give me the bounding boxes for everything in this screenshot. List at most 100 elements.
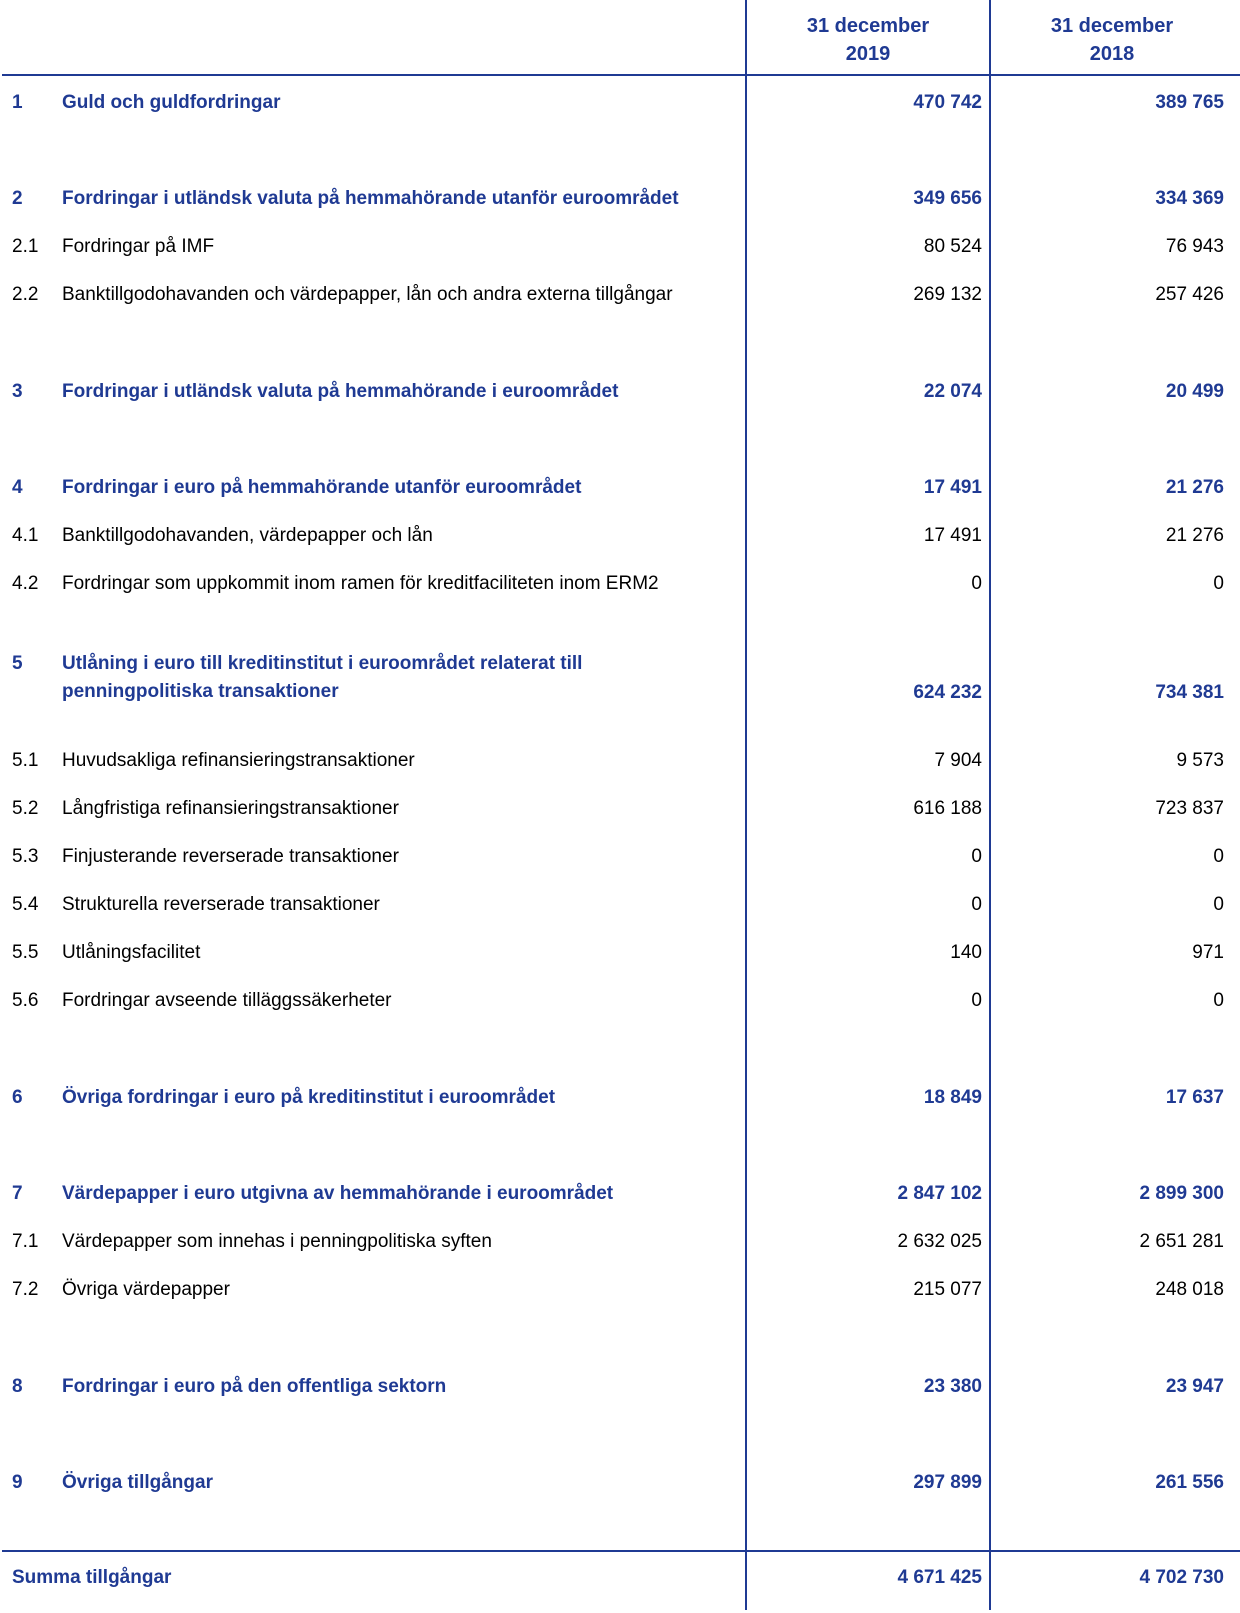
row-number: 5.5 — [12, 942, 39, 963]
row-label: Fordringar på IMF — [62, 236, 215, 257]
value-2018: 17 637 — [1165, 1087, 1224, 1108]
row-number: 5.6 — [12, 990, 39, 1011]
value-2019: 470 742 — [913, 92, 982, 113]
column-header-2018-line2: 2018 — [1089, 43, 1135, 65]
row-label-line: Utlåning i euro till kreditinstitut i eu… — [62, 653, 583, 674]
row-label: Värdepapper i euro utgivna av hemmahöran… — [62, 1183, 614, 1204]
total-row: Summa tillgångar 4 671 425 4 702 730 — [0, 1563, 1240, 1593]
value-2019: 0 — [971, 894, 982, 915]
value-2018: 257 426 — [1155, 284, 1224, 305]
value-2018: 9 573 — [1176, 750, 1224, 771]
row-label: Huvudsakliga refinansieringstransaktione… — [62, 750, 415, 771]
table-row: 7.2 Övriga värdepapper 215 077 248 018 — [0, 1275, 1240, 1305]
row-label: Utlåningsfacilitet — [62, 942, 201, 963]
value-2019: 2 632 025 — [897, 1231, 982, 1252]
value-2018: 21 276 — [1165, 477, 1224, 498]
row-number: 4.1 — [12, 525, 39, 546]
table-row: 3 Fordringar i utländsk valuta på hemmahö… — [0, 377, 1240, 407]
row-number: 2.1 — [12, 236, 39, 257]
value-2019: 18 849 — [923, 1087, 982, 1108]
table-row: 8 Fordringar i euro på den offentliga sek… — [0, 1372, 1240, 1402]
table-row: 2 Fordringar i utländsk valuta på hemmahö… — [0, 184, 1240, 214]
value-2019: 23 380 — [923, 1376, 982, 1397]
value-2018: 76 943 — [1165, 236, 1224, 257]
table-row: 7 Värdepapper i euro utgivna av hemmahöra… — [0, 1179, 1240, 1209]
row-number: 7.2 — [12, 1279, 39, 1300]
value-2018: 261 556 — [1155, 1472, 1224, 1493]
row-label: Guld och guldfordringar — [62, 92, 281, 113]
value-2019: 624 232 — [913, 682, 982, 703]
value-2018: 2 651 281 — [1139, 1231, 1224, 1252]
table-row: 5 Utlåning i euro till kreditinstitut i e… — [0, 652, 1240, 708]
table-row: 7.1 Värdepapper som innehas i penningpoli… — [0, 1227, 1240, 1257]
row-label: Fordringar avseende tilläggssäkerheter — [62, 990, 392, 1011]
row-number: 5.2 — [12, 798, 39, 819]
row-label: Övriga fordringar i euro på kreditinstit… — [62, 1087, 556, 1108]
value-2018: 2 899 300 — [1139, 1183, 1224, 1204]
table-row: 2.2 Banktillgodohavanden och värdepapper,… — [0, 280, 1240, 310]
value-2018: 0 — [1213, 846, 1224, 867]
value-2018: 389 765 — [1155, 92, 1224, 113]
row-number: 5.3 — [12, 846, 39, 867]
value-2019: 215 077 — [913, 1279, 982, 1300]
row-label: Fordringar som uppkommit inom ramen för … — [62, 573, 659, 594]
table-row: 4 Fordringar i euro på hemmahörande utanf… — [0, 473, 1240, 503]
value-2019: 0 — [971, 573, 982, 594]
value-2019: 7 904 — [934, 750, 982, 771]
table-row: 2.1 Fordringar på IMF 80 524 76 943 — [0, 232, 1240, 262]
row-number: 4 — [12, 477, 23, 498]
value-2019: 616 188 — [913, 798, 982, 819]
column-header-2019-line1: 31 december — [806, 15, 930, 37]
row-label: Fordringar i utländsk valuta på hemmahör… — [62, 381, 619, 402]
total-label: Summa tillgångar — [12, 1567, 172, 1588]
table-row: 5.2 Långfristiga refinansieringstransakti… — [0, 794, 1240, 824]
value-2019: 140 — [950, 942, 982, 963]
value-2018: 334 369 — [1155, 188, 1224, 209]
value-2018: 23 947 — [1165, 1376, 1224, 1397]
row-number: 3 — [12, 381, 23, 402]
value-2018: 20 499 — [1165, 381, 1224, 402]
value-2018: 21 276 — [1165, 525, 1224, 546]
value-2018: 0 — [1213, 894, 1224, 915]
row-label-line: penningpolitiska transaktioner — [62, 681, 339, 702]
row-number: 2.2 — [12, 284, 39, 305]
row-number: 7 — [12, 1183, 23, 1204]
row-label: Banktillgodohavanden och värdepapper, lå… — [62, 284, 673, 305]
row-label: Värdepapper som innehas i penningpolitis… — [62, 1231, 492, 1252]
column-header-2018: 31 december 2018 — [992, 12, 1232, 68]
value-2018: 723 837 — [1155, 798, 1224, 819]
table-row: 4.1 Banktillgodohavanden, värdepapper och… — [0, 521, 1240, 551]
value-2019: 349 656 — [913, 188, 982, 209]
table-row: 5.1 Huvudsakliga refinansieringstransakti… — [0, 746, 1240, 776]
column-header-2019-line2: 2019 — [845, 43, 891, 65]
table-row: 5.5 Utlåningsfacilitet 140 971 — [0, 938, 1240, 968]
total-rule — [2, 1550, 1240, 1552]
value-2018: 734 381 — [1155, 682, 1224, 703]
value-2019: 22 074 — [923, 381, 982, 402]
value-2019: 2 847 102 — [897, 1183, 982, 1204]
value-2018: 248 018 — [1155, 1279, 1224, 1300]
table-row: 9 Övriga tillgångar 297 899 261 556 — [0, 1468, 1240, 1498]
row-label: Fordringar i utländsk valuta på hemmahör… — [62, 188, 679, 209]
row-label: Utlåning i euro till kreditinstitut i eu… — [62, 650, 582, 706]
row-number: 5.1 — [12, 750, 39, 771]
column-header-2018-line1: 31 december — [1050, 15, 1174, 37]
value-2018: 0 — [1213, 990, 1224, 1011]
table-row: 5.4 Strukturella reverserade transaktione… — [0, 890, 1240, 920]
total-value-2019: 4 671 425 — [897, 1567, 982, 1588]
row-label: Banktillgodohavanden, värdepapper och lå… — [62, 525, 433, 546]
row-number: 4.2 — [12, 573, 39, 594]
value-2019: 269 132 — [913, 284, 982, 305]
row-label: Strukturella reverserade transaktioner — [62, 894, 380, 915]
row-number: 5.4 — [12, 894, 39, 915]
row-number: 5 — [12, 653, 23, 674]
table-row: 6 Övriga fordringar i euro på kreditinsti… — [0, 1083, 1240, 1113]
value-2018: 971 — [1192, 942, 1224, 963]
row-label: Långfristiga refinansieringstransaktione… — [62, 798, 399, 819]
value-2018: 0 — [1213, 573, 1224, 594]
row-number: 2 — [12, 188, 23, 209]
row-number: 8 — [12, 1376, 23, 1397]
row-label: Finjusterande reverserade transaktioner — [62, 846, 399, 867]
value-2019: 17 491 — [923, 525, 982, 546]
total-value-2018: 4 702 730 — [1139, 1567, 1224, 1588]
